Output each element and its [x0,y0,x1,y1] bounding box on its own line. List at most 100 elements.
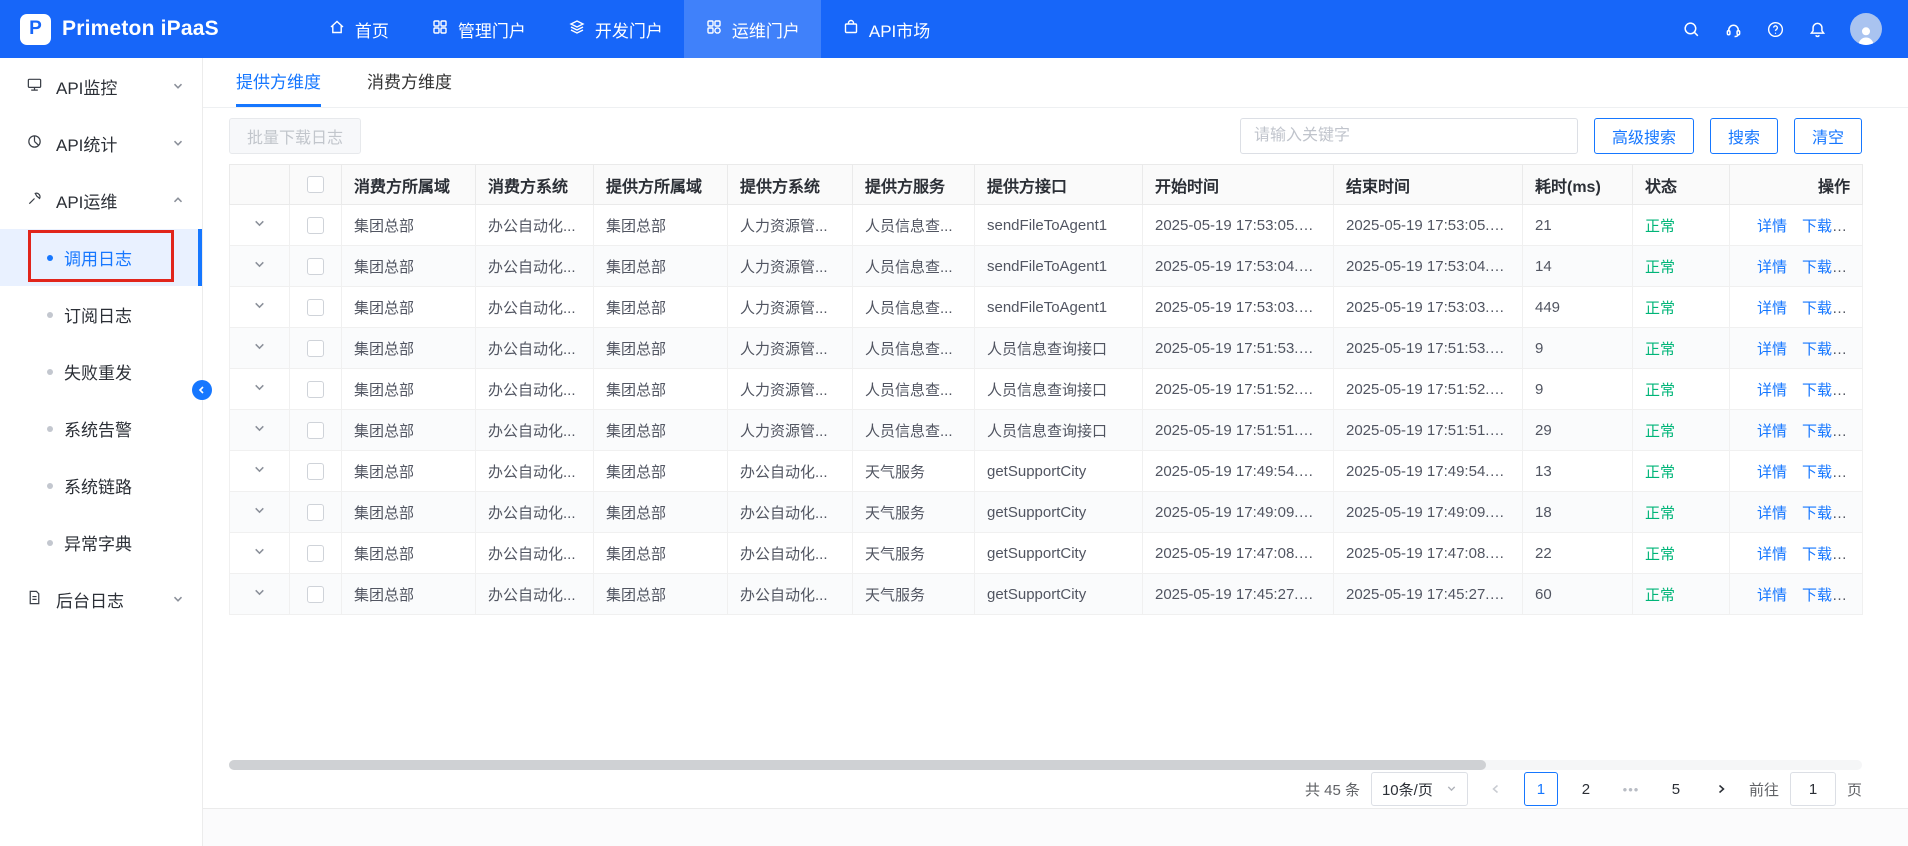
document-icon [26,589,43,611]
navbar-right [1682,13,1908,45]
keyword-search-input[interactable] [1240,118,1578,154]
row-expand-chevron-icon[interactable] [253,545,266,558]
sidebar-item-system-alerts[interactable]: 系统告警 [0,400,202,457]
batch-download-button[interactable]: 批量下载日志 [229,118,361,154]
log-table-row: 集团总部办公自动化...集团总部办公自动化...天气服务getSupportCi… [230,533,1863,574]
nav-item-home[interactable]: 首页 [307,0,410,58]
row-checkbox[interactable] [307,463,324,480]
log-table-row: 集团总部办公自动化...集团总部人力资源管...人员信息查...sendFile… [230,287,1863,328]
page-button-5[interactable]: 5 [1659,772,1693,806]
help-icon[interactable] [1766,20,1785,39]
sidebar-item-api-statistics[interactable]: API统计 [0,115,202,172]
cell-provider-domain: 集团总部 [594,328,728,369]
row-checkbox[interactable] [307,381,324,398]
sidebar-item-failure-resend[interactable]: 失败重发 [0,343,202,400]
user-avatar[interactable] [1850,13,1882,45]
page-size-select[interactable]: 10条/页 [1371,772,1468,806]
sidebar-item-call-logs[interactable]: 调用日志 [0,229,202,286]
download-log-link[interactable]: 下载日志 [1802,341,1862,358]
column-header-end-time: 结束时间 [1334,165,1523,205]
detail-link[interactable]: 详情 [1757,218,1787,235]
sidebar-item-api-operations[interactable]: API运维 [0,172,202,229]
nav-item-ops-portal[interactable]: 运维门户 [684,0,821,58]
grid-circle-icon [705,18,723,41]
page-button-1[interactable]: 1 [1524,772,1558,806]
cell-provider-service: 天气服务 [853,451,975,492]
cell-provider-api: 人员信息查询接口 [975,328,1143,369]
row-checkbox[interactable] [307,258,324,275]
row-expand-chevron-icon[interactable] [253,258,266,271]
download-log-link[interactable]: 下载日志 [1802,382,1862,399]
main-content: 提供方维度 消费方维度 批量下载日志 高级搜索 搜索 清空 [203,58,1908,846]
detail-link[interactable]: 详情 [1757,587,1787,604]
row-checkbox[interactable] [307,299,324,316]
cell-provider-domain: 集团总部 [594,492,728,533]
sidebar-collapse-button[interactable] [192,380,212,400]
tab-consumer-dimension[interactable]: 消费方维度 [367,68,452,107]
bottom-strip [203,808,1908,846]
search-icon[interactable] [1682,20,1701,39]
detail-link[interactable]: 详情 [1757,341,1787,358]
row-expand-chevron-icon[interactable] [253,504,266,517]
select-all-column-header [290,165,342,205]
page-button-2[interactable]: 2 [1569,772,1603,806]
row-expand-chevron-icon[interactable] [253,586,266,599]
row-expand-chevron-icon[interactable] [253,381,266,394]
detail-link[interactable]: 详情 [1757,300,1787,317]
next-page-button[interactable] [1704,772,1738,806]
download-log-link[interactable]: 下载日志 [1802,546,1862,563]
nav-item-api-market[interactable]: API市场 [821,0,951,58]
advanced-search-button[interactable]: 高级搜索 [1594,118,1694,154]
sidebar-item-system-trace[interactable]: 系统链路 [0,457,202,514]
detail-link[interactable]: 详情 [1757,546,1787,563]
nav-item-admin-portal[interactable]: 管理门户 [410,0,547,58]
download-log-link[interactable]: 下载日志 [1802,300,1862,317]
tab-provider-dimension[interactable]: 提供方维度 [236,68,321,107]
row-checkbox[interactable] [307,504,324,521]
page-ellipsis[interactable]: ••• [1614,772,1648,806]
row-expand-chevron-icon[interactable] [253,340,266,353]
cell-provider-api: sendFileToAgent1 [975,287,1143,328]
download-log-link[interactable]: 下载日志 [1802,259,1862,276]
row-expand-chevron-icon[interactable] [253,299,266,312]
download-log-link[interactable]: 下载日志 [1802,423,1862,440]
select-all-checkbox[interactable] [307,176,324,193]
cell-consumer-domain: 集团总部 [342,205,476,246]
prev-page-button[interactable] [1479,772,1513,806]
clear-button[interactable]: 清空 [1794,118,1862,154]
row-expand-chevron-icon[interactable] [253,422,266,435]
search-button[interactable]: 搜索 [1710,118,1778,154]
cell-provider-system: 办公自动化... [728,451,853,492]
sidebar-item-subscription-logs[interactable]: 订阅日志 [0,286,202,343]
download-log-link[interactable]: 下载日志 [1802,505,1862,522]
download-log-link[interactable]: 下载日志 [1802,587,1862,604]
row-checkbox[interactable] [307,586,324,603]
detail-link[interactable]: 详情 [1757,423,1787,440]
goto-page-input[interactable] [1790,772,1836,806]
nav-item-dev-portal[interactable]: 开发门户 [547,0,684,58]
row-checkbox[interactable] [307,545,324,562]
row-expand-chevron-icon[interactable] [253,463,266,476]
detail-link[interactable]: 详情 [1757,259,1787,276]
detail-link[interactable]: 详情 [1757,505,1787,522]
goto-suffix-label: 页 [1847,779,1862,800]
cell-consumer-domain: 集团总部 [342,328,476,369]
row-checkbox[interactable] [307,422,324,439]
bell-icon[interactable] [1808,20,1827,39]
cell-provider-service: 人员信息查... [853,287,975,328]
support-headset-icon[interactable] [1724,20,1743,39]
sidebar-item-backend-logs[interactable]: 后台日志 [0,571,202,628]
detail-link[interactable]: 详情 [1757,382,1787,399]
row-checkbox[interactable] [307,217,324,234]
download-log-link[interactable]: 下载日志 [1802,464,1862,481]
column-header-actions: 操作 [1730,165,1863,205]
detail-link[interactable]: 详情 [1757,464,1787,481]
row-expand-chevron-icon[interactable] [253,217,266,230]
download-log-link[interactable]: 下载日志 [1802,218,1862,235]
sidebar-item-label: 异常字典 [64,530,132,555]
sidebar-item-api-monitoring[interactable]: API监控 [0,58,202,115]
cell-provider-domain: 集团总部 [594,574,728,615]
row-checkbox[interactable] [307,340,324,357]
horizontal-scrollbar-thumb[interactable] [229,760,1486,770]
sidebar-item-exception-dictionary[interactable]: 异常字典 [0,514,202,571]
